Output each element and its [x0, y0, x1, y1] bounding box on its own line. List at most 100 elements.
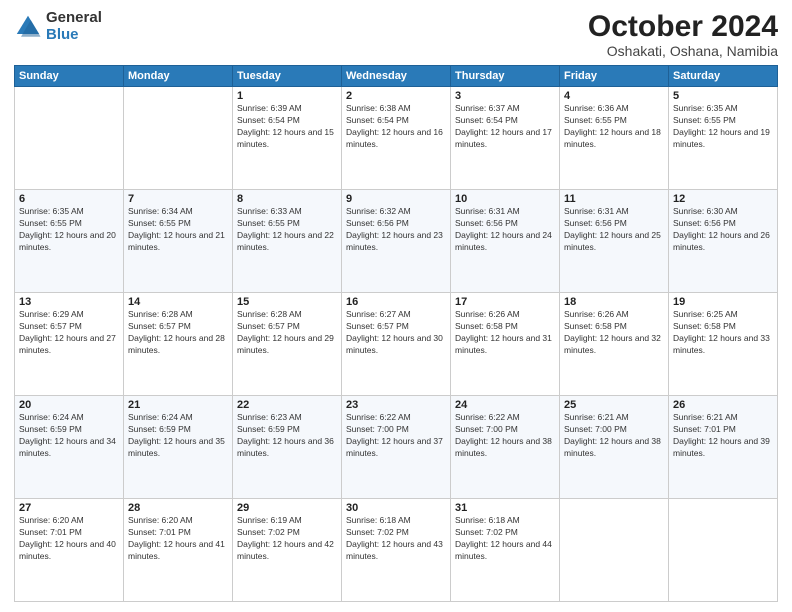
logo-text: General Blue: [46, 10, 102, 43]
calendar-cell: 22Sunrise: 6:23 AMSunset: 6:59 PMDayligh…: [233, 396, 342, 499]
day-info: Sunrise: 6:34 AMSunset: 6:55 PMDaylight:…: [128, 206, 228, 254]
day-number: 5: [673, 90, 773, 102]
day-number: 21: [128, 399, 228, 411]
day-info: Sunrise: 6:24 AMSunset: 6:59 PMDaylight:…: [128, 412, 228, 460]
day-info: Sunrise: 6:32 AMSunset: 6:56 PMDaylight:…: [346, 206, 446, 254]
day-number: 29: [237, 502, 337, 514]
day-number: 28: [128, 502, 228, 514]
calendar-cell: 19Sunrise: 6:25 AMSunset: 6:58 PMDayligh…: [669, 293, 778, 396]
day-number: 7: [128, 193, 228, 205]
day-info: Sunrise: 6:26 AMSunset: 6:58 PMDaylight:…: [564, 309, 664, 357]
calendar-cell: 25Sunrise: 6:21 AMSunset: 7:00 PMDayligh…: [560, 396, 669, 499]
col-saturday: Saturday: [669, 66, 778, 87]
day-number: 14: [128, 296, 228, 308]
day-info: Sunrise: 6:33 AMSunset: 6:55 PMDaylight:…: [237, 206, 337, 254]
calendar-cell: [124, 87, 233, 190]
day-info: Sunrise: 6:28 AMSunset: 6:57 PMDaylight:…: [128, 309, 228, 357]
col-friday: Friday: [560, 66, 669, 87]
day-number: 2: [346, 90, 446, 102]
calendar-cell: [15, 87, 124, 190]
day-number: 6: [19, 193, 119, 205]
day-info: Sunrise: 6:21 AMSunset: 7:00 PMDaylight:…: [564, 412, 664, 460]
day-info: Sunrise: 6:21 AMSunset: 7:01 PMDaylight:…: [673, 412, 773, 460]
calendar-cell: 9Sunrise: 6:32 AMSunset: 6:56 PMDaylight…: [342, 190, 451, 293]
calendar-cell: 24Sunrise: 6:22 AMSunset: 7:00 PMDayligh…: [451, 396, 560, 499]
day-info: Sunrise: 6:27 AMSunset: 6:57 PMDaylight:…: [346, 309, 446, 357]
day-number: 16: [346, 296, 446, 308]
day-number: 18: [564, 296, 664, 308]
day-info: Sunrise: 6:31 AMSunset: 6:56 PMDaylight:…: [564, 206, 664, 254]
calendar-cell: [560, 499, 669, 602]
day-info: Sunrise: 6:24 AMSunset: 6:59 PMDaylight:…: [19, 412, 119, 460]
day-info: Sunrise: 6:36 AMSunset: 6:55 PMDaylight:…: [564, 103, 664, 151]
page: General Blue October 2024 Oshakati, Osha…: [0, 0, 792, 612]
day-number: 3: [455, 90, 555, 102]
calendar-week-1: 1Sunrise: 6:39 AMSunset: 6:54 PMDaylight…: [15, 87, 778, 190]
day-number: 31: [455, 502, 555, 514]
day-info: Sunrise: 6:35 AMSunset: 6:55 PMDaylight:…: [19, 206, 119, 254]
day-number: 19: [673, 296, 773, 308]
day-number: 4: [564, 90, 664, 102]
day-info: Sunrise: 6:19 AMSunset: 7:02 PMDaylight:…: [237, 515, 337, 563]
day-number: 11: [564, 193, 664, 205]
calendar-cell: 29Sunrise: 6:19 AMSunset: 7:02 PMDayligh…: [233, 499, 342, 602]
col-tuesday: Tuesday: [233, 66, 342, 87]
title-area: October 2024 Oshakati, Oshana, Namibia: [588, 10, 778, 59]
calendar-cell: 30Sunrise: 6:18 AMSunset: 7:02 PMDayligh…: [342, 499, 451, 602]
calendar-cell: 20Sunrise: 6:24 AMSunset: 6:59 PMDayligh…: [15, 396, 124, 499]
day-info: Sunrise: 6:22 AMSunset: 7:00 PMDaylight:…: [455, 412, 555, 460]
header-row: Sunday Monday Tuesday Wednesday Thursday…: [15, 66, 778, 87]
day-info: Sunrise: 6:35 AMSunset: 6:55 PMDaylight:…: [673, 103, 773, 151]
calendar-cell: 3Sunrise: 6:37 AMSunset: 6:54 PMDaylight…: [451, 87, 560, 190]
calendar-cell: 5Sunrise: 6:35 AMSunset: 6:55 PMDaylight…: [669, 87, 778, 190]
calendar-cell: 11Sunrise: 6:31 AMSunset: 6:56 PMDayligh…: [560, 190, 669, 293]
day-number: 25: [564, 399, 664, 411]
day-number: 13: [19, 296, 119, 308]
day-info: Sunrise: 6:39 AMSunset: 6:54 PMDaylight:…: [237, 103, 337, 151]
calendar-week-4: 20Sunrise: 6:24 AMSunset: 6:59 PMDayligh…: [15, 396, 778, 499]
day-info: Sunrise: 6:38 AMSunset: 6:54 PMDaylight:…: [346, 103, 446, 151]
day-info: Sunrise: 6:20 AMSunset: 7:01 PMDaylight:…: [19, 515, 119, 563]
day-number: 30: [346, 502, 446, 514]
calendar-cell: 18Sunrise: 6:26 AMSunset: 6:58 PMDayligh…: [560, 293, 669, 396]
calendar-cell: 17Sunrise: 6:26 AMSunset: 6:58 PMDayligh…: [451, 293, 560, 396]
day-info: Sunrise: 6:29 AMSunset: 6:57 PMDaylight:…: [19, 309, 119, 357]
logo-general: General: [46, 10, 102, 27]
logo: General Blue: [14, 10, 102, 43]
day-info: Sunrise: 6:18 AMSunset: 7:02 PMDaylight:…: [455, 515, 555, 563]
calendar-cell: 8Sunrise: 6:33 AMSunset: 6:55 PMDaylight…: [233, 190, 342, 293]
calendar-cell: 26Sunrise: 6:21 AMSunset: 7:01 PMDayligh…: [669, 396, 778, 499]
day-info: Sunrise: 6:25 AMSunset: 6:58 PMDaylight:…: [673, 309, 773, 357]
day-number: 17: [455, 296, 555, 308]
calendar-cell: 1Sunrise: 6:39 AMSunset: 6:54 PMDaylight…: [233, 87, 342, 190]
calendar-week-3: 13Sunrise: 6:29 AMSunset: 6:57 PMDayligh…: [15, 293, 778, 396]
header: General Blue October 2024 Oshakati, Osha…: [14, 10, 778, 59]
col-thursday: Thursday: [451, 66, 560, 87]
day-number: 27: [19, 502, 119, 514]
day-info: Sunrise: 6:37 AMSunset: 6:54 PMDaylight:…: [455, 103, 555, 151]
day-info: Sunrise: 6:18 AMSunset: 7:02 PMDaylight:…: [346, 515, 446, 563]
calendar-table: Sunday Monday Tuesday Wednesday Thursday…: [14, 65, 778, 602]
col-monday: Monday: [124, 66, 233, 87]
calendar-cell: 16Sunrise: 6:27 AMSunset: 6:57 PMDayligh…: [342, 293, 451, 396]
calendar-cell: 27Sunrise: 6:20 AMSunset: 7:01 PMDayligh…: [15, 499, 124, 602]
day-number: 24: [455, 399, 555, 411]
day-info: Sunrise: 6:26 AMSunset: 6:58 PMDaylight:…: [455, 309, 555, 357]
calendar-cell: 21Sunrise: 6:24 AMSunset: 6:59 PMDayligh…: [124, 396, 233, 499]
day-number: 26: [673, 399, 773, 411]
calendar-cell: 15Sunrise: 6:28 AMSunset: 6:57 PMDayligh…: [233, 293, 342, 396]
day-number: 23: [346, 399, 446, 411]
calendar-cell: 14Sunrise: 6:28 AMSunset: 6:57 PMDayligh…: [124, 293, 233, 396]
calendar-cell: 31Sunrise: 6:18 AMSunset: 7:02 PMDayligh…: [451, 499, 560, 602]
day-number: 10: [455, 193, 555, 205]
calendar-cell: 28Sunrise: 6:20 AMSunset: 7:01 PMDayligh…: [124, 499, 233, 602]
calendar-cell: 13Sunrise: 6:29 AMSunset: 6:57 PMDayligh…: [15, 293, 124, 396]
calendar-cell: 12Sunrise: 6:30 AMSunset: 6:56 PMDayligh…: [669, 190, 778, 293]
day-info: Sunrise: 6:30 AMSunset: 6:56 PMDaylight:…: [673, 206, 773, 254]
col-sunday: Sunday: [15, 66, 124, 87]
day-info: Sunrise: 6:28 AMSunset: 6:57 PMDaylight:…: [237, 309, 337, 357]
calendar-cell: 7Sunrise: 6:34 AMSunset: 6:55 PMDaylight…: [124, 190, 233, 293]
calendar-cell: 6Sunrise: 6:35 AMSunset: 6:55 PMDaylight…: [15, 190, 124, 293]
calendar-cell: 4Sunrise: 6:36 AMSunset: 6:55 PMDaylight…: [560, 87, 669, 190]
day-number: 22: [237, 399, 337, 411]
